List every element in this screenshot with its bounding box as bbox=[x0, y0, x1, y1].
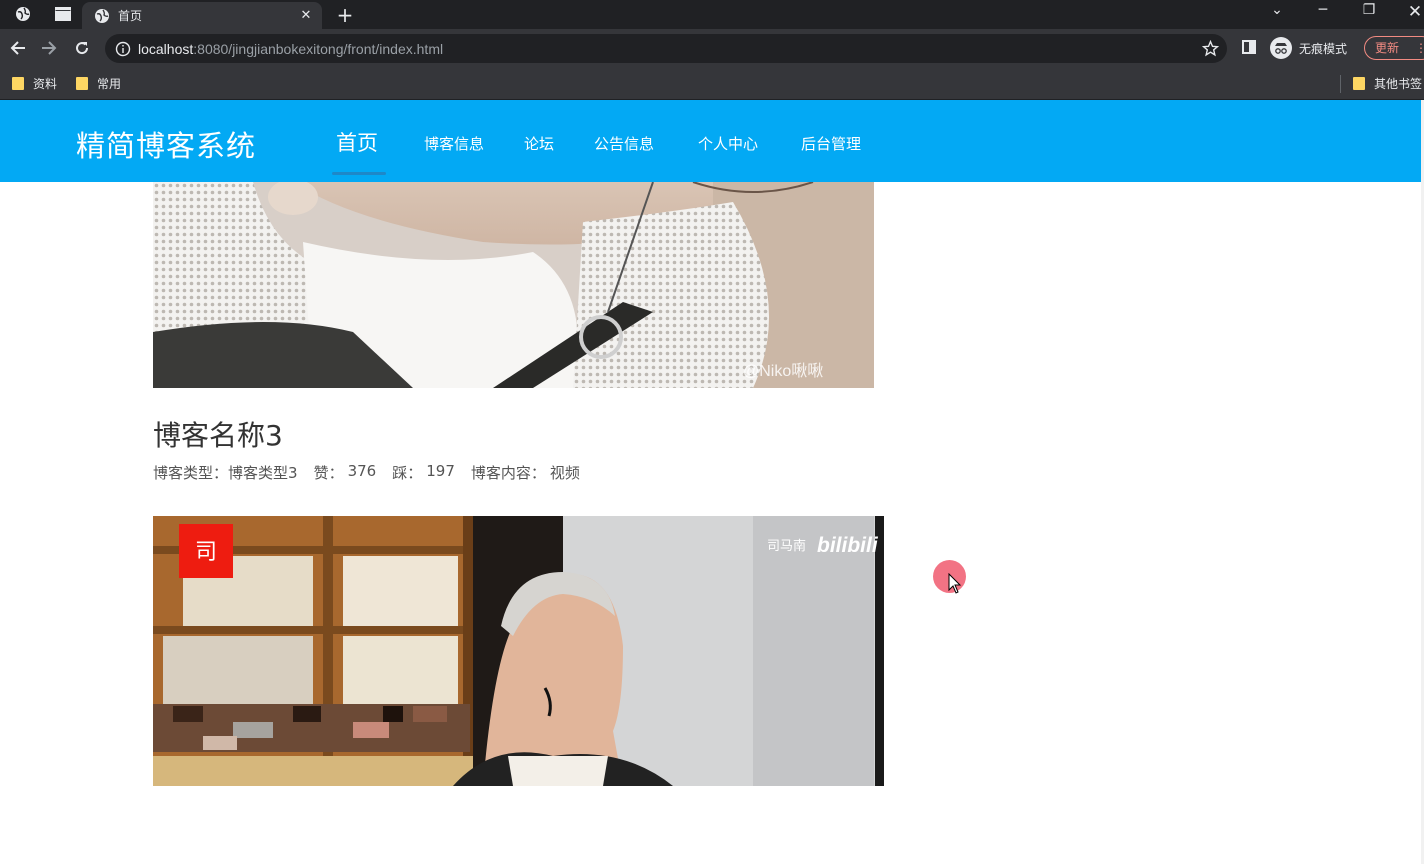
mouse-cursor-icon bbox=[948, 573, 962, 594]
like-count: 376 bbox=[347, 462, 377, 480]
tab-title: 首页 bbox=[118, 9, 143, 23]
other-bookmarks[interactable]: 其他书签 bbox=[1353, 75, 1422, 92]
blog-type-value: 博客类型3 bbox=[228, 464, 298, 482]
globe-icon bbox=[95, 8, 109, 23]
reload-icon[interactable] bbox=[71, 37, 93, 59]
nav-personal-center[interactable]: 个人中心 bbox=[698, 133, 758, 154]
like-label: 赞： bbox=[313, 464, 344, 482]
blog-title[interactable]: 博客名称3 bbox=[153, 414, 283, 454]
nav-home[interactable]: 首页 bbox=[336, 127, 378, 157]
content-value: 视频 bbox=[549, 464, 580, 482]
browser-tab-strip: 首页 ✕ + ⌄ ─ ❐ ✕ bbox=[0, 0, 1424, 29]
active-nav-indicator bbox=[332, 172, 386, 175]
forward-icon[interactable] bbox=[38, 37, 60, 59]
nav-admin[interactable]: 后台管理 bbox=[801, 133, 861, 154]
info-icon[interactable] bbox=[115, 41, 131, 57]
blog-type-label: 博客类型： bbox=[153, 464, 229, 482]
video-channel-name: 司马南 bbox=[767, 538, 806, 553]
bookmark-folder-ziliao[interactable]: 资料 bbox=[12, 75, 57, 92]
incognito-indicator[interactable]: 无痕模式 bbox=[1270, 37, 1347, 59]
image-watermark: @Niko啾啾 bbox=[743, 362, 823, 380]
update-button[interactable]: 更新 ⋮ bbox=[1364, 36, 1424, 60]
nav-forum[interactable]: 论坛 bbox=[524, 133, 554, 154]
back-icon[interactable] bbox=[7, 37, 29, 59]
new-tab-icon[interactable]: + bbox=[335, 3, 355, 27]
window-icon[interactable] bbox=[54, 5, 72, 23]
bookmark-folder-changyong[interactable]: 常用 bbox=[76, 75, 121, 92]
star-icon[interactable] bbox=[1202, 40, 1219, 57]
folder-icon bbox=[76, 77, 88, 90]
bilibili-logo: bilibili bbox=[817, 534, 879, 557]
menu-icon[interactable]: ⋮ bbox=[1415, 41, 1424, 55]
close-icon[interactable]: ✕ bbox=[298, 8, 314, 23]
chevron-down-icon[interactable]: ⌄ bbox=[1265, 2, 1289, 18]
channel-logo-text: 司 bbox=[195, 539, 217, 564]
url-text: localhost:8080/jingjianbokexitong/front/… bbox=[138, 40, 444, 57]
nav-blog-info[interactable]: 博客信息 bbox=[424, 133, 484, 154]
blog-meta: 博客类型： 博客类型3 赞： 376 踩： 197 博客内容： 视频 bbox=[153, 462, 580, 483]
content-label: 博客内容： bbox=[470, 464, 546, 482]
bookmarks-bar: 资料 常用 其他书签 bbox=[0, 67, 1424, 100]
close-window-icon[interactable]: ✕ bbox=[1403, 2, 1424, 22]
site-header: 精简博客系统 首页 博客信息 论坛 公告信息 个人中心 后台管理 bbox=[0, 100, 1421, 182]
blog-image-photo[interactable]: @Niko啾啾 bbox=[153, 182, 874, 388]
browser-toolbar: localhost:8080/jingjianbokexitong/front/… bbox=[0, 29, 1424, 67]
bookmarks-divider bbox=[1340, 75, 1341, 93]
dislike-count: 197 bbox=[426, 462, 455, 480]
incognito-icon bbox=[1270, 37, 1292, 59]
minimize-icon[interactable]: ─ bbox=[1311, 2, 1335, 18]
folder-icon bbox=[12, 77, 24, 90]
nav-announcements[interactable]: 公告信息 bbox=[594, 133, 654, 154]
side-panel-icon[interactable] bbox=[1242, 40, 1256, 54]
address-bar[interactable]: localhost:8080/jingjianbokexitong/front/… bbox=[105, 34, 1227, 63]
restore-icon[interactable]: ❐ bbox=[1357, 2, 1381, 18]
globe-icon[interactable] bbox=[14, 5, 32, 23]
dislike-label: 踩： bbox=[392, 464, 423, 482]
folder-icon bbox=[1353, 77, 1365, 90]
blog-video-thumbnail[interactable]: 司 司马南 bilibili bbox=[153, 516, 884, 786]
site-title[interactable]: 精简博客系统 bbox=[76, 123, 256, 165]
active-tab[interactable]: 首页 ✕ bbox=[82, 2, 322, 29]
